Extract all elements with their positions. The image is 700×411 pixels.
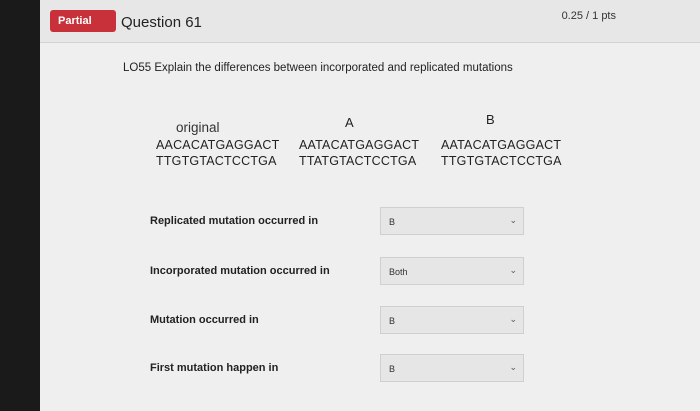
points-label: 0.25 / 1 pts: [561, 10, 616, 22]
answer-select[interactable]: B ⌄: [380, 207, 524, 235]
chevron-down-icon: ⌄: [509, 362, 517, 372]
answer-select[interactable]: B ⌄: [380, 354, 524, 382]
match-question: Incorporated mutation occurred in: [150, 265, 330, 277]
sequence-a-bottom-strand: TTATGTACTCCTGA: [299, 154, 417, 168]
selected-value: B: [389, 316, 396, 326]
match-question: Replicated mutation occurred in: [150, 215, 319, 227]
sequence-b: AATACATGAGGACT TTGTGTACTCCTGA: [441, 137, 562, 169]
sequence-a-label: A: [345, 115, 354, 130]
chevron-down-icon: ⌄: [509, 265, 517, 275]
match-question: Mutation occurred in: [150, 314, 259, 326]
match-row: Incorporated mutation occurred in Both ⌄: [142, 253, 532, 291]
answer-select[interactable]: Both ⌄: [380, 257, 524, 285]
match-row: Replicated mutation occurred in B ⌄: [142, 203, 532, 241]
original-label: original: [176, 120, 220, 135]
selected-value: B: [389, 364, 396, 374]
original-top-strand: AACACATGAGGACT: [156, 138, 280, 152]
chevron-down-icon: ⌄: [509, 314, 517, 324]
quiz-page: Partial Question 61 0.25 / 1 pts LO55 Ex…: [40, 0, 700, 411]
sequence-a: AATACATGAGGACT TTATGTACTCCTGA: [299, 137, 419, 169]
sequence-b-bottom-strand: TTGTGTACTCCTGA: [441, 154, 562, 168]
original-bottom-strand: TTGTGTACTCCTGA: [156, 154, 277, 168]
sequence-b-top-strand: AATACATGAGGACT: [441, 138, 562, 152]
match-row: First mutation happen in B ⌄: [142, 350, 532, 388]
match-row: Mutation occurred in B ⌄: [142, 302, 532, 340]
selected-value: B: [389, 217, 396, 227]
question-header: Partial Question 61 0.25 / 1 pts: [40, 0, 700, 43]
match-question: First mutation happen in: [150, 362, 279, 374]
sequence-b-label: B: [486, 112, 495, 127]
answer-select[interactable]: B ⌄: [380, 306, 524, 334]
sequence-a-top-strand: AATACATGAGGACT: [299, 138, 420, 152]
selected-value: Both: [389, 267, 408, 277]
question-title: Question 61: [121, 14, 202, 31]
chevron-down-icon: ⌄: [509, 215, 517, 225]
question-prompt: LO55 Explain the differences between inc…: [123, 62, 513, 74]
original-sequence: AACACATGAGGACT TTGTGTACTCCTGA: [156, 137, 279, 169]
status-badge: Partial: [50, 10, 116, 32]
